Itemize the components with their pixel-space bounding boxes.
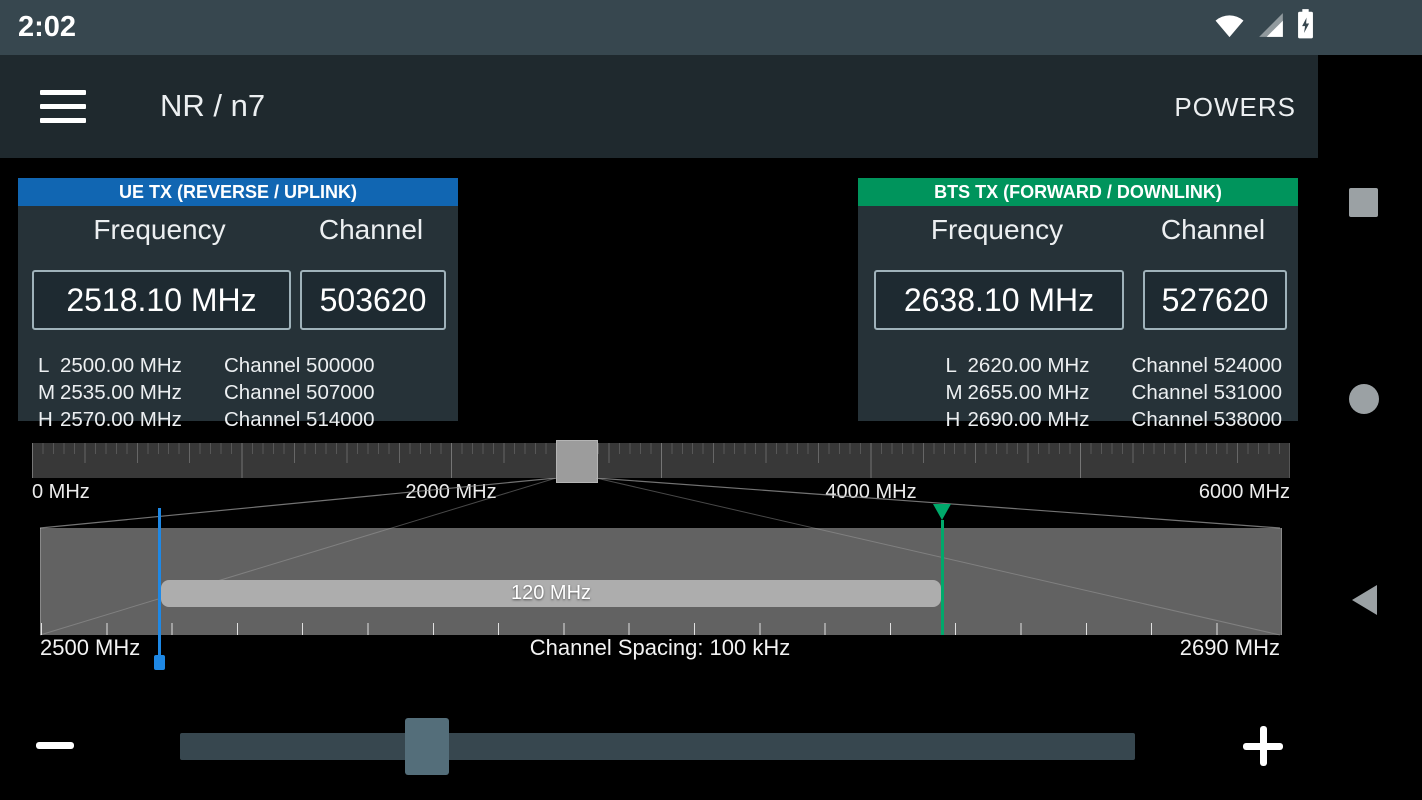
table-row: L 2500.00 MHz Channel 500000 [18,352,458,379]
clock: 2:02 [18,11,76,44]
powers-button[interactable]: POWERS [1174,92,1296,123]
downlink-channel-field[interactable]: 527620 [1143,270,1287,330]
band-selection-handle[interactable] [556,440,598,483]
uplink-channel-field[interactable]: 503620 [300,270,446,330]
status-bar: 2:02 [0,0,1422,55]
home-circle-icon[interactable] [1349,384,1379,414]
table-row: H 2690.00 MHz Channel 538000 [858,406,1298,433]
downlink-frequency-marker[interactable] [941,520,944,635]
app-screen: 2:02 NR / n7 [0,0,1422,800]
ruler-tick-label: 6000 MHz [1199,481,1290,504]
zoom-slider[interactable] [180,733,1135,760]
back-triangle-icon[interactable] [1352,585,1377,615]
channel-label: Channel [1143,214,1283,246]
table-row: H 2570.00 MHz Channel 514000 [18,406,458,433]
uplink-card: UE TX (REVERSE / UPLINK) Frequency Chann… [18,178,458,421]
band-low-edge-label: 2500 MHz [40,635,140,661]
battery-charging-icon [1297,9,1314,44]
downlink-frequency-field[interactable]: 2638.10 MHz [874,270,1124,330]
uplink-frequency-marker[interactable] [158,508,161,668]
page-title: NR / n7 [160,88,265,124]
frequency-label: Frequency [874,214,1120,246]
recents-square-icon[interactable] [1349,188,1378,217]
wifi-icon [1214,12,1245,44]
uplink-card-body: Frequency Channel 2518.10 MHz 503620 L 2… [18,206,458,421]
frequency-label: Frequency [32,214,287,246]
downlink-marker-arrow-icon [933,504,951,520]
zoom-in-icon[interactable] [1243,726,1283,766]
ruler-tick-label: 4000 MHz [825,481,916,504]
zoom-slider-thumb[interactable] [405,718,449,775]
uplink-card-header: UE TX (REVERSE / UPLINK) [18,178,458,206]
channel-label: Channel [300,214,442,246]
downlink-card-header: BTS TX (FORWARD / DOWNLINK) [858,178,1298,206]
uplink-band-edges: L 2500.00 MHz Channel 500000 M 2535.00 M… [18,352,458,433]
uplink-marker-handle[interactable] [154,655,165,670]
status-icons [1214,12,1314,44]
app-bar: NR / n7 POWERS [0,55,1318,158]
cellular-signal-icon [1257,11,1285,44]
downlink-card-body: Frequency Channel 2638.10 MHz 527620 L 2… [858,206,1298,421]
table-row: M 2535.00 MHz Channel 507000 [18,379,458,406]
channel-spacing-label: Channel Spacing: 100 kHz [530,635,791,661]
table-row: M 2655.00 MHz Channel 531000 [858,379,1298,406]
zoom-out-icon[interactable] [36,742,74,749]
bandwidth-indicator: 120 MHz [161,580,941,607]
ruler-tick-label: 0 MHz [32,481,90,504]
ruler-tick-label: 2000 MHz [405,481,496,504]
band-high-edge-label: 2690 MHz [1180,635,1280,661]
table-row: L 2620.00 MHz Channel 524000 [858,352,1298,379]
spectrum-overview-ruler[interactable] [32,443,1290,478]
band-detail-view[interactable]: 120 MHz [40,528,1282,635]
downlink-band-edges: L 2620.00 MHz Channel 524000 M 2655.00 M… [858,352,1298,433]
hamburger-menu-icon[interactable] [40,90,86,123]
downlink-card: BTS TX (FORWARD / DOWNLINK) Frequency Ch… [858,178,1298,421]
uplink-frequency-field[interactable]: 2518.10 MHz [32,270,291,330]
